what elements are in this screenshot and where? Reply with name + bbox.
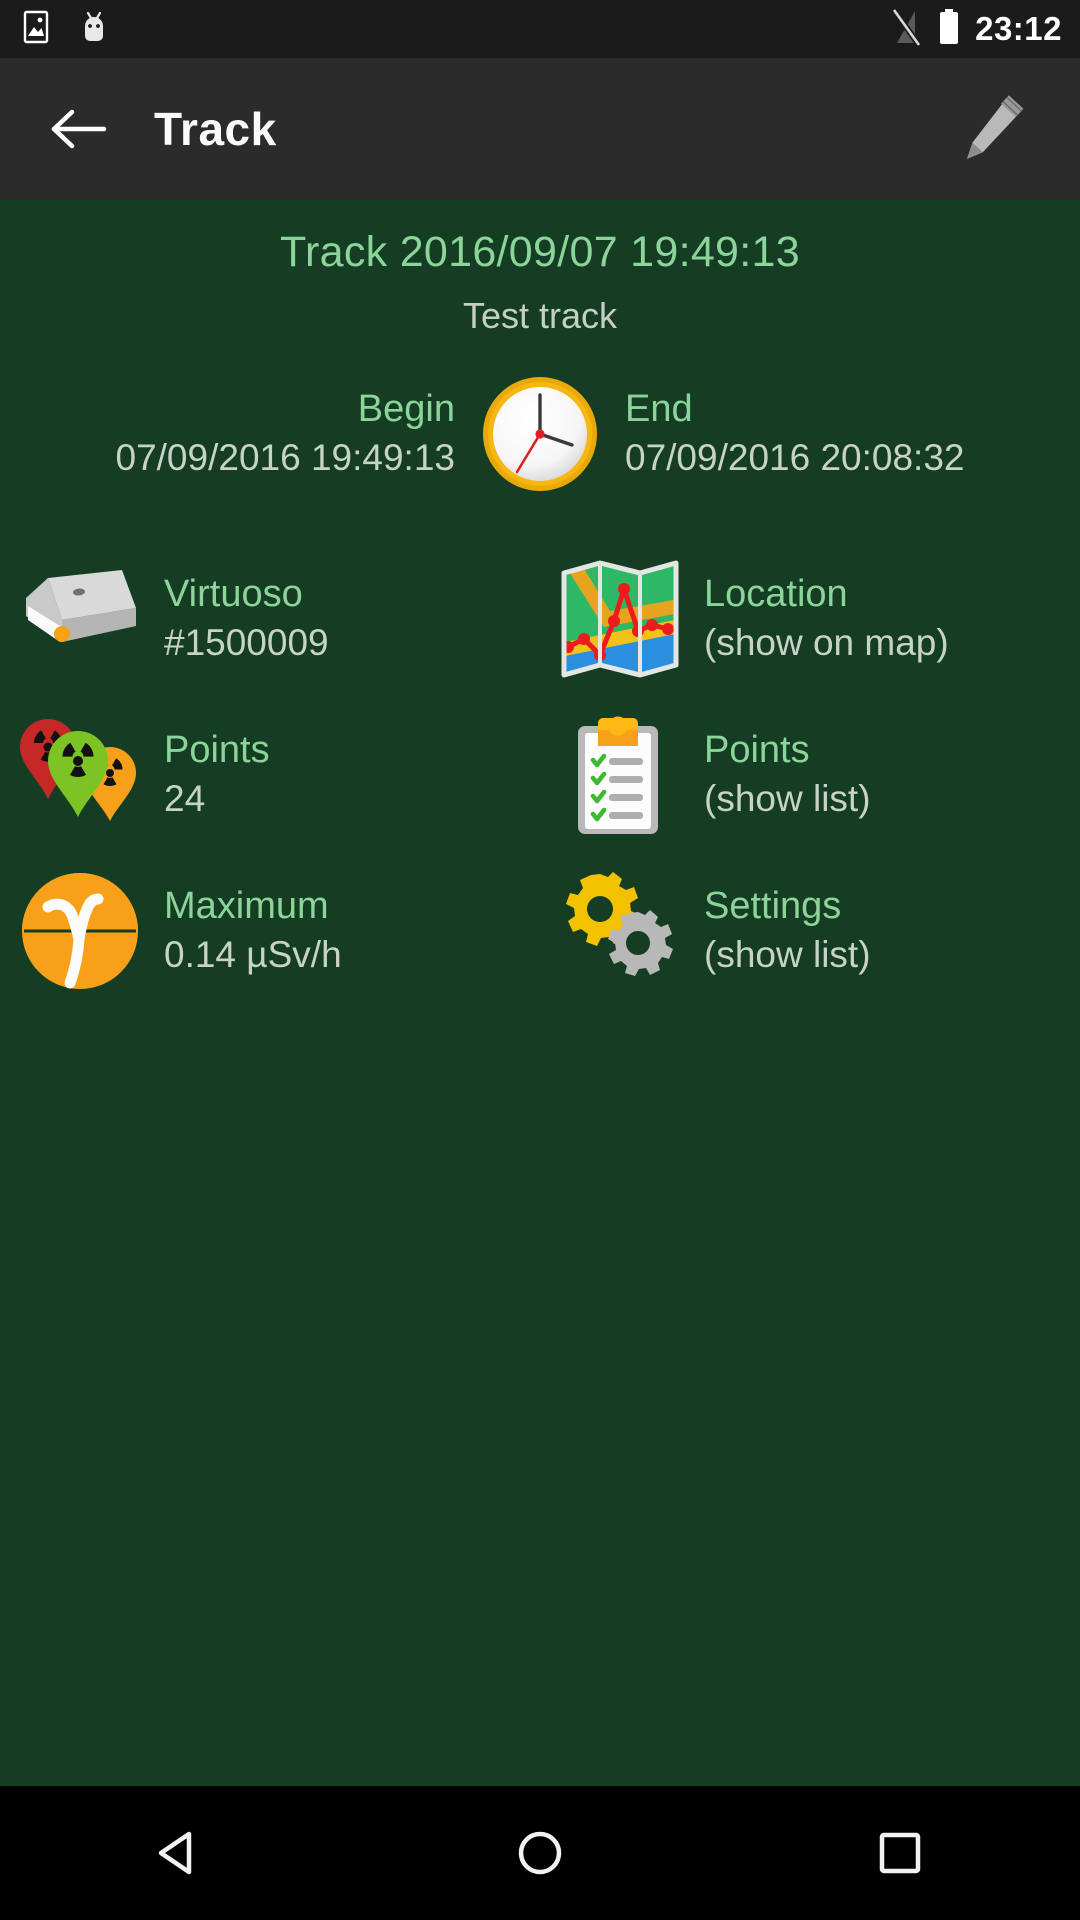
info-item-points-count[interactable]: Points 24 xyxy=(0,697,540,853)
device-box-icon xyxy=(18,557,142,681)
radiation-markers-icon xyxy=(18,713,142,837)
navigation-bar xyxy=(0,1786,1080,1920)
phone-screen: 23:12 Track Track 2016/09/07 19:49:13 Te… xyxy=(0,0,1080,1920)
info-row: Points 24 Points (show list) xyxy=(0,697,1080,853)
back-arrow-icon[interactable] xyxy=(44,94,114,164)
app-bar: Track xyxy=(0,58,1080,200)
end-value: 07/09/2016 20:08:32 xyxy=(625,436,965,478)
clipboard-checklist-icon xyxy=(558,713,682,837)
track-info-grid: Virtuoso #1500009 Location (show on map)… xyxy=(0,541,1080,1009)
image-icon xyxy=(18,9,54,50)
points-list-value: (show list) xyxy=(704,778,871,820)
info-row: Virtuoso #1500009 Location (show on map) xyxy=(0,541,1080,697)
end-label: End xyxy=(625,387,693,430)
info-item-location[interactable]: Location (show on map) xyxy=(540,541,1080,697)
status-bar-clock: 23:12 xyxy=(975,10,1062,47)
points-count-label: Points xyxy=(164,729,270,772)
info-item-text: Points 24 xyxy=(164,728,270,821)
track-subtitle: Test track xyxy=(462,294,618,336)
info-item-text: Settings (show list) xyxy=(704,884,871,977)
status-bar: 23:12 xyxy=(0,0,1080,58)
android-head-icon xyxy=(76,9,112,50)
battery-full-icon xyxy=(937,7,961,52)
track-begin: Begin 07/09/2016 19:49:13 xyxy=(79,388,479,480)
begin-value: 07/09/2016 19:49:13 xyxy=(115,436,456,478)
track-title: Track 2016/09/07 19:49:13 xyxy=(280,228,800,276)
gamma-radiation-icon xyxy=(18,869,142,993)
nav-back-triangle-icon[interactable] xyxy=(110,1786,250,1920)
location-label: Location xyxy=(704,573,848,616)
maximum-value: 0.14 µSv/h xyxy=(164,934,342,976)
settings-label: Settings xyxy=(704,885,842,928)
page-title: Track xyxy=(154,103,277,155)
track-detail-content: Track 2016/09/07 19:49:13 Test track Beg… xyxy=(0,200,1080,1786)
device-label: Virtuoso xyxy=(164,573,303,616)
gears-icon xyxy=(558,869,682,993)
edit-pencil-icon[interactable] xyxy=(946,84,1036,174)
info-item-device[interactable]: Virtuoso #1500009 xyxy=(0,541,540,697)
analog-clock-icon xyxy=(479,373,601,495)
location-value: (show on map) xyxy=(704,622,949,664)
info-item-text: Maximum 0.14 µSv/h xyxy=(164,884,342,977)
signal-off-icon xyxy=(889,7,923,52)
info-row: Maximum 0.14 µSv/h Settings (show list) xyxy=(0,853,1080,1009)
track-end: End 07/09/2016 20:08:32 xyxy=(601,388,1001,480)
info-item-points-list[interactable]: Points (show list) xyxy=(540,697,1080,853)
maximum-label: Maximum xyxy=(164,885,329,928)
settings-value: (show list) xyxy=(704,934,871,976)
device-value: #1500009 xyxy=(164,622,329,664)
nav-home-circle-icon[interactable] xyxy=(470,1786,610,1920)
info-item-text: Points (show list) xyxy=(704,728,871,821)
folded-map-icon xyxy=(558,557,682,681)
status-bar-notifications xyxy=(18,9,112,50)
begin-label: Begin xyxy=(357,387,455,430)
info-item-text: Virtuoso #1500009 xyxy=(164,572,329,665)
status-bar-system-icons: 23:12 xyxy=(889,7,1062,52)
info-item-text: Location (show on map) xyxy=(704,572,949,665)
track-time-row: Begin 07/09/2016 19:49:13 End 07/09/2016… xyxy=(0,373,1080,495)
points-list-label: Points xyxy=(704,729,810,772)
info-item-maximum[interactable]: Maximum 0.14 µSv/h xyxy=(0,853,540,1009)
points-count-value: 24 xyxy=(164,778,206,820)
nav-recents-square-icon[interactable] xyxy=(830,1786,970,1920)
info-item-settings[interactable]: Settings (show list) xyxy=(540,853,1080,1009)
